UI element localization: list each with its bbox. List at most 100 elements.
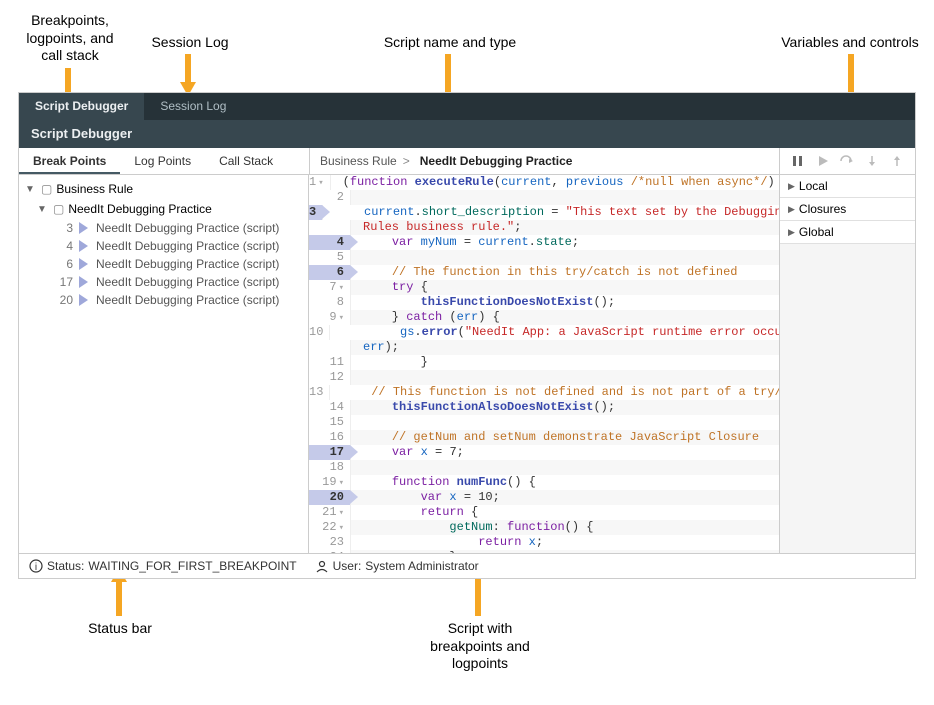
code-text: var x = 7; (351, 445, 779, 460)
fold-icon[interactable]: ▾ (339, 313, 344, 323)
code-line[interactable]: 5 (309, 250, 779, 265)
gutter[interactable]: 14 (309, 400, 351, 415)
code-line[interactable]: 16 // getNum and setNum demonstrate Java… (309, 430, 779, 445)
breadcrumb: Business Rule > NeedIt Debugging Practic… (309, 148, 780, 174)
gutter[interactable]: 11 (309, 355, 351, 370)
code-line[interactable]: 21▾ return { (309, 505, 779, 520)
bp-label: NeedIt Debugging Practice (script) (96, 221, 279, 235)
breadcrumb-name: NeedIt Debugging Practice (420, 154, 573, 168)
code-line[interactable]: 14 thisFunctionAlsoDoesNotExist(); (309, 400, 779, 415)
subtab-logpoints[interactable]: Log Points (120, 148, 205, 174)
chevron-right-icon: ▶ (788, 204, 795, 215)
code-text (351, 370, 779, 385)
window-title: Script Debugger (19, 120, 915, 148)
code-line[interactable]: 2 (309, 190, 779, 205)
expand-icon: ▼ (37, 204, 49, 215)
breakpoint-row[interactable]: 4NeedIt Debugging Practice (script) (19, 237, 308, 255)
breakpoint-row[interactable]: 17NeedIt Debugging Practice (script) (19, 273, 308, 291)
scope-global[interactable]: ▶Global (780, 221, 915, 244)
breakpoints-tree: ▼ ▢ Business Rule ▼ ▢ NeedIt Debugging P… (19, 175, 309, 553)
fold-icon[interactable]: ▾ (318, 178, 323, 188)
gutter[interactable]: 24 (309, 550, 351, 553)
code-line[interactable]: 20 var x = 10; (309, 490, 779, 505)
scope-closures[interactable]: ▶ Closures (780, 198, 915, 221)
code-line[interactable]: 7▾ try { (309, 280, 779, 295)
code-line[interactable]: 9▾ } catch (err) { (309, 310, 779, 325)
code-line[interactable]: 8 thisFunctionDoesNotExist(); (309, 295, 779, 310)
code-line[interactable]: 12 (309, 370, 779, 385)
gutter[interactable]: 18 (309, 460, 351, 475)
gutter[interactable]: 6 (309, 265, 351, 280)
gutter[interactable]: 21▾ (309, 505, 351, 520)
fold-icon[interactable]: ▾ (339, 508, 344, 518)
fold-icon[interactable]: ▾ (339, 478, 344, 488)
code-line[interactable]: 11 } (309, 355, 779, 370)
gutter[interactable]: 3 (309, 205, 323, 220)
fold-icon[interactable]: ▾ (339, 523, 344, 533)
annotation-bp-callstack: Breakpoints, logpoints, and call stack (10, 12, 130, 65)
tree-root[interactable]: ▼ ▢ Business Rule (19, 179, 308, 199)
gutter[interactable]: 23 (309, 535, 351, 550)
code-line[interactable]: Rules business rule."; (309, 220, 779, 235)
tab-session-log[interactable]: Session Log (144, 93, 242, 120)
gutter[interactable]: 12 (309, 370, 351, 385)
annotation-script-name: Script name and type (370, 34, 530, 52)
gutter[interactable]: 22▾ (309, 520, 351, 535)
step-out-button[interactable] (890, 154, 904, 168)
tree-script[interactable]: ▼ ▢ NeedIt Debugging Practice (19, 199, 308, 219)
chevron-right-icon: ▶ (788, 181, 795, 192)
code-line[interactable]: 23 return x; (309, 535, 779, 550)
gutter[interactable] (309, 340, 351, 355)
gutter[interactable]: 20 (309, 490, 351, 505)
step-over-button[interactable] (840, 154, 854, 168)
gutter[interactable]: 4 (309, 235, 351, 250)
resume-button[interactable] (816, 154, 830, 168)
code-line[interactable]: 10 gs.error("NeedIt App: a JavaScript ru… (309, 325, 779, 340)
chevron-right-icon: ▶ (788, 227, 795, 238)
code-line[interactable]: 22▾ getNum: function() { (309, 520, 779, 535)
code-line[interactable]: 24 }, (309, 550, 779, 553)
expand-icon: ▼ (25, 184, 37, 195)
code-text: return x; (351, 535, 779, 550)
gutter[interactable]: 15 (309, 415, 351, 430)
gutter[interactable]: 8 (309, 295, 351, 310)
breakpoint-row[interactable]: 6NeedIt Debugging Practice (script) (19, 255, 308, 273)
user-label: User: (333, 559, 362, 573)
gutter[interactable]: 2 (309, 190, 351, 205)
folder-icon: ▢ (53, 202, 64, 216)
code-line[interactable]: 19▾ function numFunc() { (309, 475, 779, 490)
gutter[interactable]: 10 (309, 325, 330, 340)
code-text: // The function in this try/catch is not… (351, 265, 779, 280)
bp-label: NeedIt Debugging Practice (script) (96, 275, 279, 289)
code-text: function numFunc() { (351, 475, 779, 490)
subtab-callstack[interactable]: Call Stack (205, 148, 287, 174)
gutter[interactable]: 7▾ (309, 280, 351, 295)
code-line[interactable]: 4 var myNum = current.state; (309, 235, 779, 250)
step-into-button[interactable] (865, 154, 879, 168)
code-line[interactable]: 18 (309, 460, 779, 475)
code-line[interactable]: 15 (309, 415, 779, 430)
code-line[interactable]: 17 var x = 7; (309, 445, 779, 460)
gutter[interactable]: 9▾ (309, 310, 351, 325)
gutter[interactable] (309, 220, 351, 235)
gutter[interactable]: 5 (309, 250, 351, 265)
breakpoint-row[interactable]: 3NeedIt Debugging Practice (script) (19, 219, 308, 237)
gutter[interactable]: 17 (309, 445, 351, 460)
scope-local[interactable]: ▶Local (780, 175, 915, 198)
code-line[interactable]: 13 // This function is not defined and i… (309, 385, 779, 400)
scope-label: Closures (799, 202, 846, 216)
subtab-breakpoints[interactable]: Break Points (19, 148, 120, 174)
code-editor[interactable]: 1▾(function executeRule(current, previou… (309, 175, 780, 553)
code-line[interactable]: 1▾(function executeRule(current, previou… (309, 175, 779, 190)
code-line[interactable]: err); (309, 340, 779, 355)
fold-icon[interactable]: ▾ (339, 283, 344, 293)
breakpoint-row[interactable]: 20NeedIt Debugging Practice (script) (19, 291, 308, 309)
gutter[interactable]: 13 (309, 385, 330, 400)
gutter[interactable]: 1▾ (309, 175, 331, 190)
code-line[interactable]: 3 current.short_description = "This text… (309, 205, 779, 220)
pause-button[interactable] (791, 154, 805, 168)
tab-script-debugger[interactable]: Script Debugger (19, 93, 144, 120)
gutter[interactable]: 19▾ (309, 475, 351, 490)
code-line[interactable]: 6 // The function in this try/catch is n… (309, 265, 779, 280)
gutter[interactable]: 16 (309, 430, 351, 445)
